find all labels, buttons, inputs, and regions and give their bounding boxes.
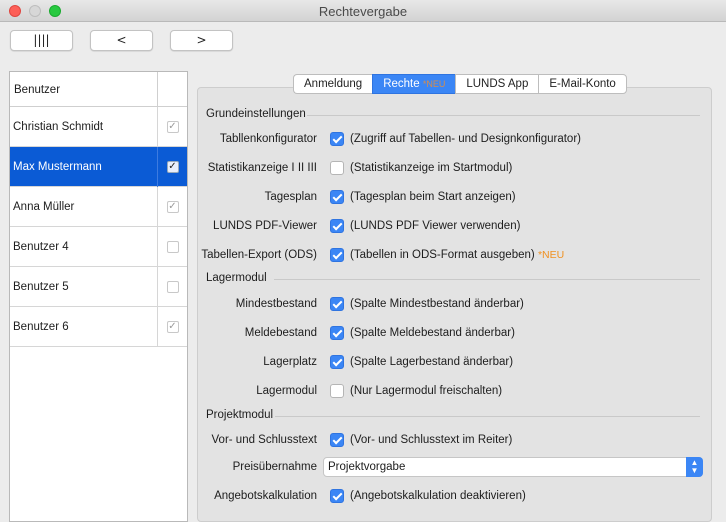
section-projektmodul: Projektmodul — [206, 409, 274, 421]
mindestbestand-checkbox[interactable] — [330, 297, 344, 311]
setting-description: (Vor- und Schlusstext im Reiter) — [350, 434, 513, 446]
next-button[interactable]: > — [170, 30, 233, 51]
tab-rechte[interactable]: Rechte *NEU — [372, 74, 456, 94]
user-list-header: Benutzer — [10, 72, 187, 107]
user-row[interactable]: Benutzer 4 — [10, 226, 187, 267]
statistikanzeige-checkbox[interactable] — [330, 161, 344, 175]
lagerplatz-checkbox[interactable] — [330, 355, 344, 369]
setting-description: (Tabellen in ODS-Format ausgeben) *NEU — [350, 249, 564, 261]
setting-label: Tagesplan — [264, 191, 317, 203]
check-column-header[interactable] — [157, 72, 187, 106]
setting-description: (Tagesplan beim Start anzeigen) — [350, 191, 516, 203]
setting-description: (Angebotskalkulation deaktivieren) — [350, 490, 526, 502]
pdf-viewer-checkbox[interactable] — [330, 219, 344, 233]
setting-label: Lagermodul — [256, 385, 317, 397]
setting-description: (LUNDS PDF Viewer verwenden) — [350, 220, 521, 232]
setting-description-text: (Tabellen in ODS-Format ausgeben) — [350, 249, 535, 261]
preisuebernahme-select[interactable]: Projektvorgabe ▲ ▼ — [323, 457, 703, 477]
lagermodul-checkbox[interactable] — [330, 384, 344, 398]
new-badge: *NEU — [537, 249, 565, 261]
grid-view-button[interactable]: |||| — [10, 30, 73, 51]
section-divider — [274, 279, 700, 280]
previous-button[interactable]: < — [90, 30, 153, 51]
tab-bar: Anmeldung Rechte *NEU LUNDS App E-Mail-K… — [293, 74, 627, 94]
section-grundeinstellungen: Grundeinstellungen — [206, 108, 306, 120]
setting-label: Mindestbestand — [235, 298, 317, 310]
user-name: Benutzer 5 — [13, 280, 69, 293]
user-enabled-checkbox[interactable]: ✓ — [166, 120, 179, 133]
vor-schlusstext-checkbox[interactable] — [330, 433, 344, 447]
tab-lunds-app[interactable]: LUNDS App — [455, 74, 539, 94]
setting-label: Meldebestand — [244, 327, 317, 339]
new-badge: *NEU — [422, 79, 446, 89]
tagesplan-checkbox[interactable] — [330, 190, 344, 204]
setting-label: Lagerplatz — [263, 356, 317, 368]
setting-description: (Zugriff auf Tabellen- und Designkonfigu… — [350, 133, 581, 145]
tabellen-export-checkbox[interactable] — [330, 248, 344, 262]
setting-description: (Spalte Meldebestand änderbar) — [350, 327, 515, 339]
setting-description: (Spalte Mindestbestand änderbar) — [350, 298, 524, 310]
setting-label: Preisübernahme — [232, 461, 317, 473]
meldebestand-checkbox[interactable] — [330, 326, 344, 340]
user-enabled-checkbox[interactable] — [166, 280, 179, 293]
setting-label: Angebotskalkulation — [214, 490, 317, 502]
angebotskalkulation-checkbox[interactable] — [330, 489, 344, 503]
setting-label: Statistikanzeige I II III — [207, 162, 317, 174]
tab-email-konto[interactable]: E-Mail-Konto — [538, 74, 627, 94]
setting-label: Tabllenkonfigurator — [219, 133, 317, 145]
window-title: Rechtevergabe — [318, 4, 408, 19]
select-value: Projektvorgabe — [328, 461, 406, 473]
setting-description: (Spalte Lagerbestand änderbar) — [350, 356, 514, 368]
section-lagermodul: Lagermodul — [206, 272, 267, 284]
user-column-header[interactable]: Benutzer — [10, 72, 157, 106]
chevron-updown-icon: ▲ ▼ — [686, 457, 703, 477]
setting-description: (Statistikanzeige im Startmodul) — [350, 162, 513, 174]
setting-label: LUNDS PDF-Viewer — [213, 220, 317, 232]
tab-rechte-label: Rechte — [383, 78, 420, 90]
setting-label: Tabellen-Export (ODS) — [201, 249, 317, 261]
section-divider — [275, 416, 700, 417]
title-bar: Rechtevergabe — [0, 0, 726, 22]
tabellenkonfigurator-checkbox[interactable] — [330, 132, 344, 146]
setting-description: (Nur Lagermodul freischalten) — [350, 385, 503, 397]
section-divider — [307, 115, 700, 116]
setting-label: Vor- und Schlusstext — [211, 434, 317, 446]
user-name: Christian Schmidt — [13, 120, 104, 133]
tab-anmeldung[interactable]: Anmeldung — [293, 74, 373, 94]
